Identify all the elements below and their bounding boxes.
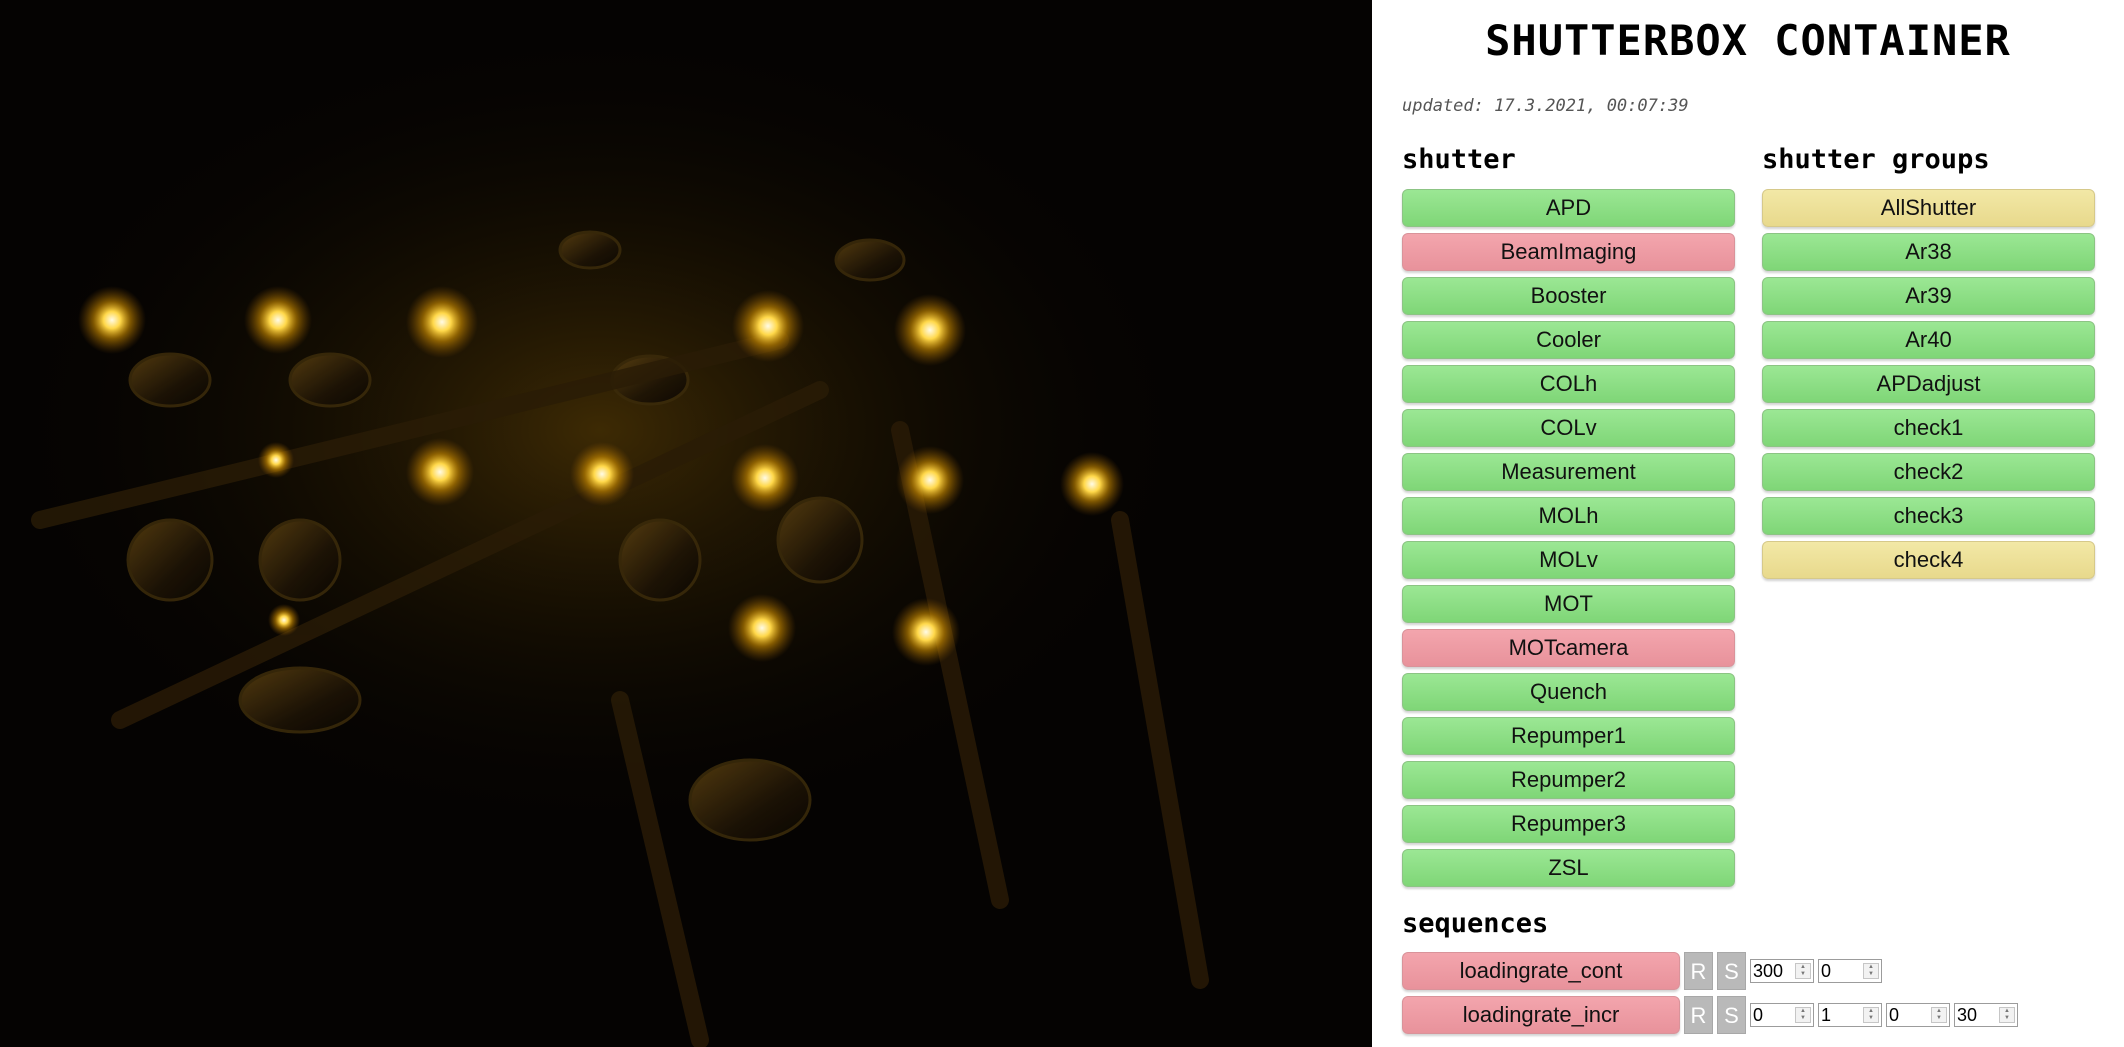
sequence-param-input[interactable] <box>1751 1005 1795 1025</box>
group-button-ar38[interactable]: Ar38 <box>1762 233 2095 271</box>
sequence-param-spinner[interactable]: ▲▼ <box>1750 959 1814 983</box>
sequence-param-input[interactable] <box>1955 1005 1999 1025</box>
sequence-param-spinner[interactable]: ▲▼ <box>1818 959 1882 983</box>
sequence-param-input[interactable] <box>1887 1005 1931 1025</box>
group-button-ar40[interactable]: Ar40 <box>1762 321 2095 359</box>
spinner-arrows-icon[interactable]: ▲ ▼ <box>1795 1007 1811 1023</box>
shutter-button-colv[interactable]: COLv <box>1402 409 1735 447</box>
spinner-arrows-icon[interactable]: ▲ ▼ <box>1999 1007 2015 1023</box>
shutter-button-apd[interactable]: APD <box>1402 189 1735 227</box>
spinner-arrows-icon[interactable]: ▲ ▼ <box>1863 963 1879 979</box>
shutter-button-repumper2[interactable]: Repumper2 <box>1402 761 1735 799</box>
group-button-check3[interactable]: check3 <box>1762 497 2095 535</box>
spinner-arrows-icon[interactable]: ▲ ▼ <box>1795 963 1811 979</box>
shutter-button-zsl[interactable]: ZSL <box>1402 849 1735 887</box>
sequence-run-button[interactable]: R <box>1684 996 1713 1034</box>
sequences-section-title: sequences <box>1402 908 1549 939</box>
sequence-row: loadingrate_incr R S ▲▼ ▲▼ ▲▼ ▲▼ <box>1402 996 2018 1034</box>
shutter-groups-section-title: shutter groups <box>1762 144 1990 175</box>
shutter-button-repumper3[interactable]: Repumper3 <box>1402 805 1735 843</box>
shutter-button-mot[interactable]: MOT <box>1402 585 1735 623</box>
shutter-button-molh[interactable]: MOLh <box>1402 497 1735 535</box>
sequence-stop-button[interactable]: S <box>1717 952 1746 990</box>
shutter-list: APD BeamImaging Booster Cooler COLh COLv Measu… <box>1402 189 1735 893</box>
sequence-param-input[interactable] <box>1751 961 1795 981</box>
updated-timestamp: updated: 17.3.2021, 00:07:39 <box>1402 96 1689 116</box>
group-button-allshutter[interactable]: AllShutter <box>1762 189 2095 227</box>
sequence-param-spinner[interactable]: ▲▼ <box>1886 1003 1950 1027</box>
shutter-button-measurement[interactable]: Measurement <box>1402 453 1735 491</box>
sequence-param-input[interactable] <box>1819 961 1863 981</box>
shutter-button-booster[interactable]: Booster <box>1402 277 1735 315</box>
group-button-check4[interactable]: check4 <box>1762 541 2095 579</box>
shutter-button-beamimaging[interactable]: BeamImaging <box>1402 233 1735 271</box>
sequence-button-loadingrate-incr[interactable]: loadingrate_incr <box>1402 996 1680 1034</box>
sequence-param-spinner[interactable]: ▲▼ <box>1954 1003 2018 1027</box>
sequence-run-button[interactable]: R <box>1684 952 1713 990</box>
shutter-button-colh[interactable]: COLh <box>1402 365 1735 403</box>
page-title: SHUTTERBOX CONTAINER <box>1485 16 2011 65</box>
shutter-button-motcamera[interactable]: MOTcamera <box>1402 629 1735 667</box>
shutter-button-cooler[interactable]: Cooler <box>1402 321 1735 359</box>
shutter-button-repumper1[interactable]: Repumper1 <box>1402 717 1735 755</box>
group-button-ar39[interactable]: Ar39 <box>1762 277 2095 315</box>
group-button-apdadjust[interactable]: APDadjust <box>1762 365 2095 403</box>
camera-feed <box>0 0 1372 1047</box>
spinner-arrows-icon[interactable]: ▲ ▼ <box>1931 1007 1947 1023</box>
sequence-row: loadingrate_cont R S ▲▼ ▲▼ <box>1402 952 1882 990</box>
sequence-param-spinner[interactable]: ▲▼ <box>1750 1003 1814 1027</box>
camera-image <box>0 0 1372 1047</box>
group-button-check2[interactable]: check2 <box>1762 453 2095 491</box>
sequence-param-spinner[interactable]: ▲▼ <box>1818 1003 1882 1027</box>
sequence-stop-button[interactable]: S <box>1717 996 1746 1034</box>
shutter-section-title: shutter <box>1402 144 1516 175</box>
control-panel: SHUTTERBOX CONTAINER updated: 17.3.2021,… <box>1372 0 2124 1047</box>
sequence-button-loadingrate-cont[interactable]: loadingrate_cont <box>1402 952 1680 990</box>
shutter-groups-list: AllShutter Ar38 Ar39 Ar40 APDadjust check1 che… <box>1762 189 2095 585</box>
shutter-button-quench[interactable]: Quench <box>1402 673 1735 711</box>
shutter-button-molv[interactable]: MOLv <box>1402 541 1735 579</box>
group-button-check1[interactable]: check1 <box>1762 409 2095 447</box>
sequence-param-input[interactable] <box>1819 1005 1863 1025</box>
spinner-arrows-icon[interactable]: ▲ ▼ <box>1863 1007 1879 1023</box>
